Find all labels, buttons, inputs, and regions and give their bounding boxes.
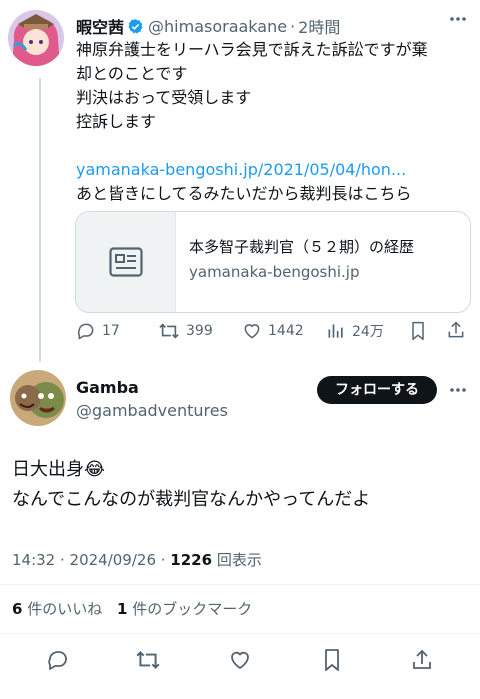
share-button[interactable] xyxy=(410,648,434,672)
card-thumbnail xyxy=(76,212,176,312)
more-options-icon[interactable] xyxy=(449,16,467,22)
card-title: 本多智子裁判官（５２期）の経歴 xyxy=(189,238,415,256)
views-button[interactable]: 24万 xyxy=(326,321,384,341)
reply-count: 17 xyxy=(102,323,120,339)
divider xyxy=(0,584,480,585)
retweet-icon xyxy=(136,651,160,669)
tweet-meta: 14:32 · 2024/09/26 · 1226 回表示 xyxy=(12,549,262,570)
bookmarks-count: 1 xyxy=(117,600,128,618)
like-button[interactable] xyxy=(228,648,252,672)
like-count: 1442 xyxy=(268,323,304,339)
bookmarks-label: 件のブックマーク xyxy=(127,600,253,618)
reply-icon xyxy=(77,323,94,340)
retweet-count: 399 xyxy=(186,323,213,339)
separator-dot: · xyxy=(290,16,296,36)
engagement-stats: 6 件のいいね 1 件のブックマーク xyxy=(12,598,252,619)
view-label: 回表示 xyxy=(212,551,262,569)
retweet-icon xyxy=(159,323,179,339)
display-name[interactable]: Gamba xyxy=(76,378,139,397)
tweet-text: 神原弁護士をリーハラ会見で訴えた訴訟ですが棄 却とのことです 判決はおって受領し… xyxy=(76,38,476,206)
verified-badge-icon xyxy=(127,18,144,35)
avatar-himasora[interactable] xyxy=(8,10,64,66)
more-options-icon[interactable] xyxy=(449,387,467,393)
avatar-gamba[interactable] xyxy=(10,370,66,426)
like-button[interactable]: 1442 xyxy=(242,321,304,341)
likes-stat[interactable]: 6 件のいいね xyxy=(12,600,102,618)
reply-button[interactable]: 17 xyxy=(76,321,120,341)
handle[interactable]: @himasoraakane xyxy=(148,17,287,36)
link-card[interactable]: 本多智子裁判官（５２期）の経歴 yamanaka-bengoshi.jp xyxy=(75,211,471,313)
bookmarks-stat[interactable]: 1 件のブックマーク xyxy=(117,600,252,618)
reply-button[interactable] xyxy=(46,648,70,672)
likes-count: 6 xyxy=(12,600,23,618)
heart-icon xyxy=(244,324,260,339)
reply-icon xyxy=(48,651,67,670)
divider xyxy=(0,633,480,634)
tweet-line: 神原弁護士をリーハラ会見で訴えた訴訟ですが棄 xyxy=(76,40,428,59)
heart-icon xyxy=(231,651,249,670)
share-icon xyxy=(448,321,464,338)
thread-line xyxy=(39,78,41,362)
share-icon xyxy=(413,649,431,669)
bookmark-button[interactable] xyxy=(409,321,427,341)
article-icon xyxy=(109,247,143,277)
tweet-line: あと皆きにしてるみたいだから裁判長はこちら xyxy=(76,184,412,203)
share-button[interactable] xyxy=(446,320,466,340)
follow-button[interactable]: フォローする xyxy=(317,376,437,404)
tweet-line: 判決はおって受領します xyxy=(76,88,252,107)
handle[interactable]: @gambadventures xyxy=(76,401,228,420)
likes-label: 件のいいね xyxy=(22,600,103,618)
retweet-button[interactable] xyxy=(135,648,161,672)
timestamp[interactable]: 14:32 · 2024/09/26 · xyxy=(12,551,170,569)
tweet-line: 日大出身😂 xyxy=(12,459,106,480)
view-count: 1226 xyxy=(170,551,213,569)
retweet-button[interactable]: 399 xyxy=(158,321,213,341)
tweet-line: なんでこんなのが裁判官なんかやってんだよ xyxy=(12,489,371,510)
tweet-text: 日大出身😂 なんでこんなのが裁判官なんかやってんだよ xyxy=(12,455,370,515)
bookmark-icon xyxy=(325,649,339,671)
tweet-line: 控訴します xyxy=(76,112,157,131)
card-domain: yamanaka-bengoshi.jp xyxy=(189,263,360,281)
tweet-link[interactable]: yamanaka-bengoshi.jp/2021/05/04/hon... xyxy=(76,158,476,182)
post-time[interactable]: 2時間 xyxy=(298,14,340,38)
display-name[interactable]: 暇空茜 xyxy=(76,14,124,38)
tweet-line: 却とのことです xyxy=(76,64,188,83)
bookmark-button[interactable] xyxy=(321,648,343,672)
views-count: 24万 xyxy=(352,324,384,340)
views-icon xyxy=(328,324,343,338)
bookmark-icon xyxy=(412,321,424,341)
